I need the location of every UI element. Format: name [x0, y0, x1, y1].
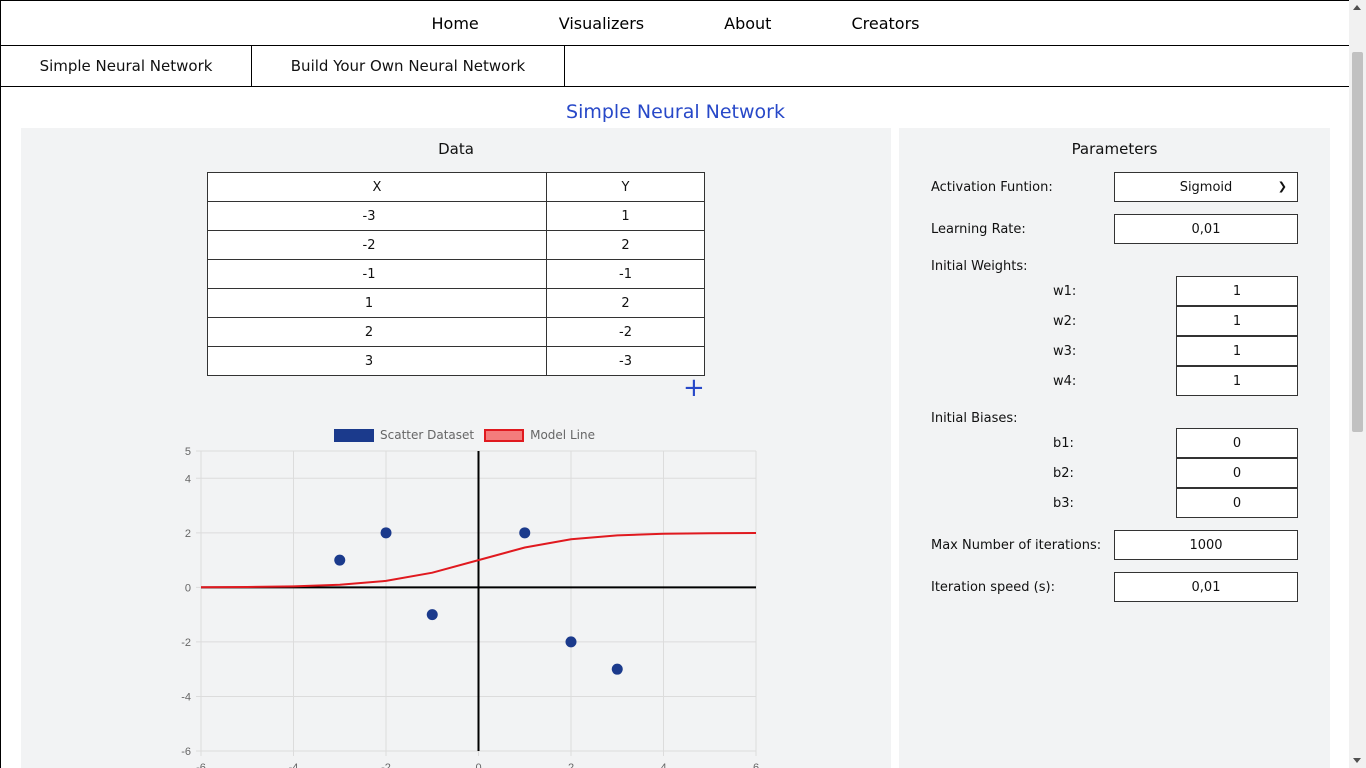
y-tick-label: -4: [181, 691, 191, 703]
x-tick-label: 0: [475, 762, 481, 768]
data-panel: Data X Y -31 -22 -1-1 12 2-2 3-3 +: [21, 128, 891, 768]
tab-build-your-own[interactable]: Build Your Own Neural Network: [252, 46, 565, 86]
scatter-point: [334, 554, 346, 566]
y-tick-label: 4: [185, 473, 191, 485]
activation-function-label: Activation Funtion:: [931, 180, 1053, 195]
nav-visualizers[interactable]: Visualizers: [519, 14, 684, 33]
column-header-y: Y: [545, 172, 706, 202]
max-iterations-label: Max Number of iterations:: [931, 538, 1102, 553]
nav-creators[interactable]: Creators: [811, 14, 959, 33]
scatter-point: [380, 527, 392, 539]
bias-b3-label: b3:: [1053, 496, 1074, 511]
scrollbar-thumb[interactable]: [1352, 52, 1363, 432]
scatter-chart: -6 -4 -2 0 2 4 6 -6 -4 -2 0 2 4 5: [181, 446, 759, 768]
top-navigation: Home Visualizers About Creators: [1, 1, 1349, 46]
cell-y[interactable]: 2: [545, 288, 706, 318]
x-tick-label: -6: [196, 762, 206, 768]
cell-x[interactable]: -2: [207, 230, 547, 260]
weight-w1-input[interactable]: 1: [1176, 276, 1298, 306]
x-tick-label: -2: [381, 762, 391, 768]
legend-label-model-line: Model Line: [530, 428, 595, 442]
weight-w1-label: w1:: [1053, 284, 1077, 299]
cell-x[interactable]: 3: [207, 346, 547, 376]
scatter-point: [611, 663, 623, 675]
weight-w4-input[interactable]: 1: [1176, 366, 1298, 396]
scatter-point: [519, 527, 531, 539]
x-tick-label: -4: [289, 762, 299, 768]
table-row: -3 1: [207, 201, 706, 231]
data-table: X Y -3 1 -2 2 -1 -1 12 2 -2 3 -3: [207, 172, 706, 376]
parameters-panel: Parameters Activation Funtion: Sigmoid ❯…: [899, 128, 1330, 768]
max-iterations-input[interactable]: 1000: [1114, 530, 1298, 560]
scroll-down-icon[interactable]: [1353, 758, 1361, 763]
cell-x[interactable]: -3: [207, 201, 547, 231]
x-tick-label: 6: [753, 762, 759, 768]
bias-b2-input[interactable]: 0: [1176, 458, 1298, 488]
activation-function-value: Sigmoid: [1179, 179, 1233, 195]
y-tick-label: -2: [181, 637, 191, 649]
column-header-x: X: [207, 172, 547, 202]
cell-y[interactable]: -3: [545, 346, 706, 376]
iteration-speed-input[interactable]: 0,01: [1114, 572, 1298, 602]
chart-area: Scatter Dataset Model Line -6 -4 -2 0 2 4 6 -6-…: [161, 423, 761, 768]
cell-y[interactable]: 1: [545, 201, 706, 231]
page-title: Simple Neural Network: [566, 101, 785, 123]
cell-y[interactable]: -2: [545, 317, 706, 347]
nav-about[interactable]: About: [684, 14, 811, 33]
bias-b2-label: b2:: [1053, 466, 1074, 481]
table-row: 12: [207, 288, 706, 318]
cell-y[interactable]: 2: [545, 230, 706, 260]
app-viewport: Home Visualizers About Creators Simple N…: [0, 0, 1349, 768]
x-tick-label: 4: [660, 762, 666, 768]
cell-x[interactable]: 2: [207, 317, 547, 347]
plus-icon[interactable]: +: [683, 375, 705, 401]
weight-w4-label: w4:: [1053, 374, 1077, 389]
parameters-panel-title: Parameters: [1071, 140, 1158, 158]
cell-y[interactable]: -1: [545, 259, 706, 289]
weight-w2-label: w2:: [1053, 314, 1077, 329]
table-row: 2 -2: [207, 317, 706, 347]
learning-rate-label: Learning Rate:: [931, 222, 1026, 237]
weight-w3-label: w3:: [1053, 344, 1077, 359]
scatter-point: [565, 636, 577, 648]
weight-w3-input[interactable]: 1: [1176, 336, 1298, 366]
y-tick-label: -6: [181, 746, 191, 758]
table-row: -2 2: [207, 230, 706, 260]
tab-simple-neural-network[interactable]: Simple Neural Network: [1, 46, 252, 86]
scroll-up-icon[interactable]: [1353, 5, 1361, 10]
y-tick-label: 2: [185, 528, 191, 540]
learning-rate-input[interactable]: 0,01: [1114, 214, 1298, 244]
initial-biases-label: Initial Biases:: [931, 411, 1018, 426]
bias-b1-input[interactable]: 0: [1176, 428, 1298, 458]
initial-weights-label: Initial Weights:: [931, 259, 1028, 274]
nav-home[interactable]: Home: [392, 14, 519, 33]
bias-b3-input[interactable]: 0: [1176, 488, 1298, 518]
cell-x[interactable]: 1: [207, 288, 547, 318]
activation-function-select[interactable]: Sigmoid ❯: [1114, 172, 1298, 202]
legend-swatch-model-line: [484, 428, 525, 442]
legend-item-model-line[interactable]: Model Line: [484, 428, 595, 442]
y-tick-label: 5: [185, 446, 191, 458]
cell-x[interactable]: -1: [207, 259, 547, 289]
x-tick-label: 2: [568, 762, 574, 768]
scatter-point: [426, 609, 438, 621]
chart-legend: Scatter Dataset Model Line: [334, 428, 605, 442]
iteration-speed-label: Iteration speed (s):: [931, 580, 1055, 595]
bias-b1-label: b1:: [1053, 436, 1074, 451]
weight-w2-input[interactable]: 1: [1176, 306, 1298, 336]
legend-swatch-scatter: [334, 428, 374, 442]
visualizer-tabs: Simple Neural Network Build Your Own Neu…: [1, 46, 1349, 87]
table-row: 3 -3: [207, 346, 706, 376]
chevron-down-icon: ❯: [1277, 180, 1287, 193]
table-row: -1 -1: [207, 259, 706, 289]
legend-label-scatter: Scatter Dataset: [380, 428, 475, 442]
vertical-scrollbar[interactable]: [1349, 0, 1366, 768]
table-header-row: X Y: [207, 172, 706, 202]
legend-item-scatter[interactable]: Scatter Dataset: [334, 428, 474, 442]
y-tick-label: 0: [185, 582, 191, 594]
data-panel-title: Data: [438, 140, 474, 158]
